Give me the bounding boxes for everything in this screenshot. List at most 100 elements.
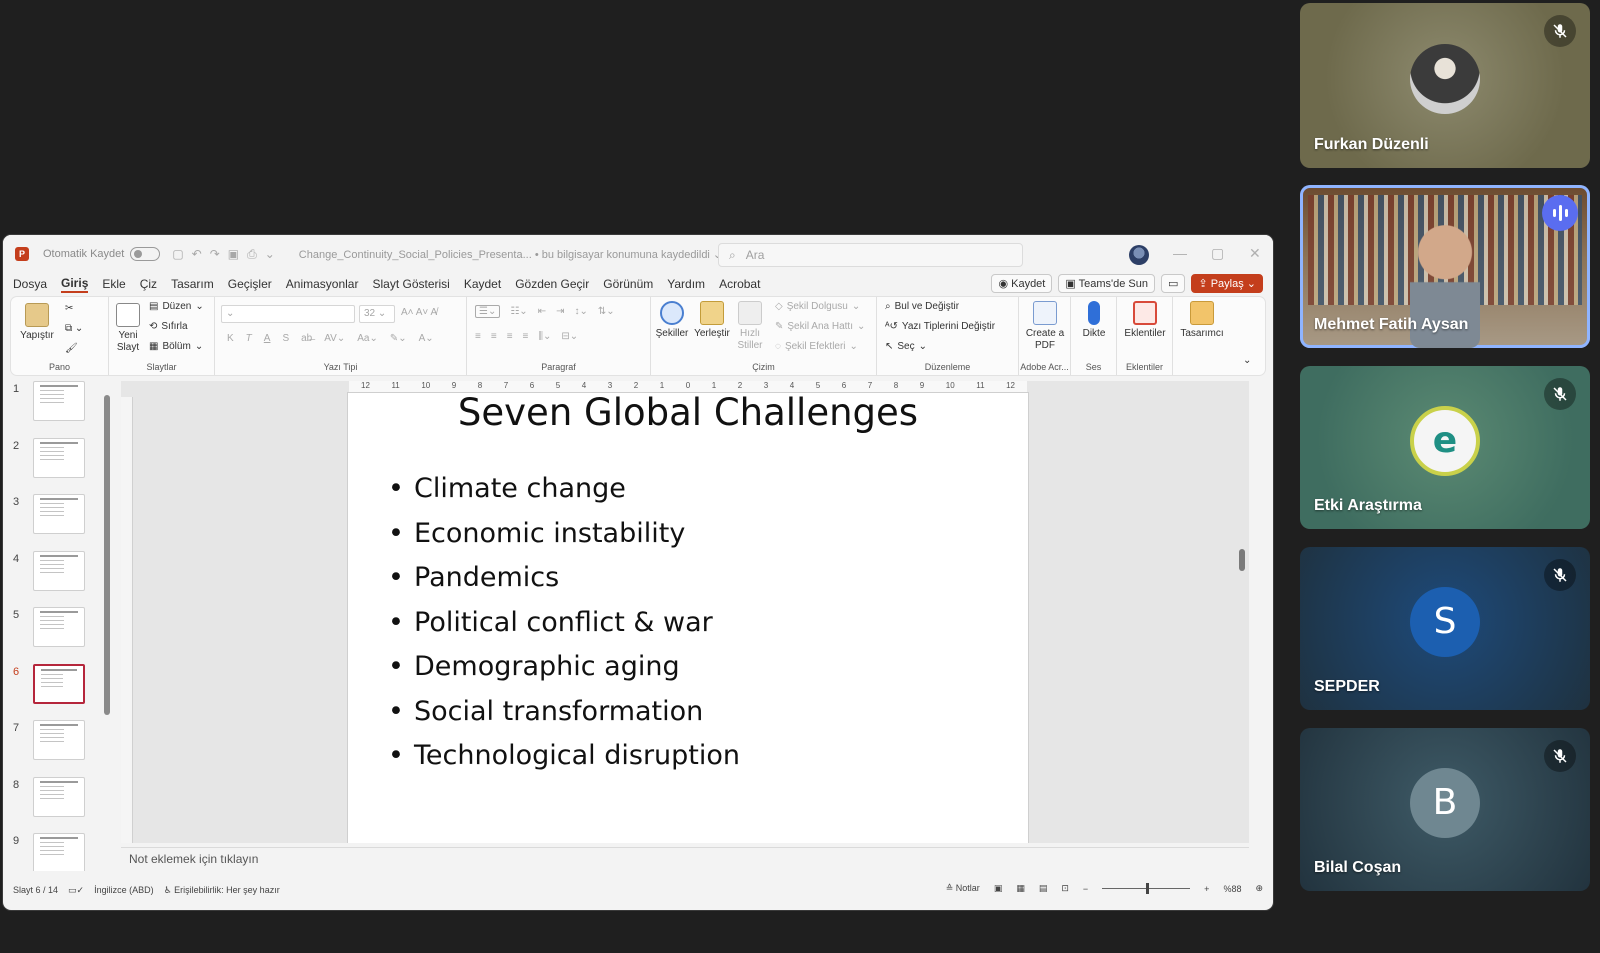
normal-view-icon[interactable]: ▣ (994, 883, 1003, 894)
slide-bullet-item[interactable]: Social transformation (388, 690, 740, 735)
slide-thumbnail-2[interactable]: 2 (3, 437, 103, 482)
participant-tile[interactable]: e Etki Araştırma (1300, 366, 1590, 529)
slide-thumbnail-preview[interactable] (33, 381, 85, 421)
slide-bullet-item[interactable]: Pandemics (388, 556, 740, 601)
italic-button[interactable]: T (246, 333, 252, 344)
slide-thumbnail-4[interactable]: 4 (3, 550, 103, 595)
menu-tab-2[interactable]: Ekle (102, 277, 125, 291)
new-slide-button[interactable]: Yeni Slayt (113, 303, 143, 354)
menu-tab-0[interactable]: Dosya (13, 277, 47, 291)
replace-fonts-button[interactable]: ᴬ↺ Yazı Tiplerini Değiştir (885, 321, 995, 332)
menu-tab-11[interactable]: Yardım (667, 277, 705, 291)
ribbon-collapse-icon[interactable]: ⌄ (1243, 355, 1251, 366)
comments-icon[interactable]: ▭ (1161, 274, 1186, 293)
text-direction-icon[interactable]: ⇅⌄ (598, 306, 615, 317)
share-button[interactable]: ⇪ Paylaş ⌄ (1191, 274, 1263, 293)
slide-thumbnail-8[interactable]: 8 (3, 776, 103, 821)
align-text-icon[interactable]: ⊟⌄ (561, 331, 578, 342)
slide-thumbnail-preview[interactable] (33, 776, 85, 817)
zoom-in-icon[interactable]: + (1204, 884, 1209, 894)
reset-button[interactable]: ⟲ Sıfırla (149, 321, 188, 332)
slideshow-icon[interactable]: ⊡ (1061, 883, 1069, 894)
slide-thumbnail-3[interactable]: 3 (3, 494, 103, 538)
quick-access-icons[interactable]: ▢↶↷▣⎙⌄ (172, 247, 282, 262)
shape-outline-button[interactable]: ✎ Şekil Ana Hattı ⌄ (775, 321, 865, 332)
justify-icon[interactable]: ≡ (523, 331, 529, 342)
account-avatar[interactable] (1129, 245, 1149, 265)
thumbnail-scrollbar-thumb[interactable] (104, 395, 110, 715)
slide-bullet-item[interactable]: Demographic aging (388, 645, 740, 690)
copy-icon[interactable]: ⧉ ⌄ (65, 323, 83, 334)
fit-to-window-icon[interactable]: ⊕ (1255, 883, 1263, 894)
strikethrough-icon[interactable]: ab̶ (301, 333, 312, 344)
zoom-level[interactable]: %88 (1223, 884, 1241, 894)
slide-thumbnail-preview[interactable] (33, 720, 85, 760)
participant-tile[interactable]: B Bilal Coşan (1300, 728, 1590, 891)
slide-thumbnail-preview[interactable] (33, 663, 85, 704)
menu-tab-8[interactable]: Kaydet (464, 277, 501, 291)
shape-effects-button[interactable]: ◌ Şekil Efektleri ⌄ (775, 341, 858, 352)
slide-thumbnail-9[interactable]: 9 (3, 833, 103, 871)
change-case-icon[interactable]: Aa⌄ (357, 333, 378, 344)
slide-title[interactable]: Seven Global Challenges (348, 393, 1028, 433)
slide-scrollbar-thumb[interactable] (1239, 549, 1245, 571)
find-replace-button[interactable]: ⌕ Bul ve Değiştir (885, 301, 959, 312)
zoom-out-icon[interactable]: − (1083, 884, 1088, 894)
highlight-icon[interactable]: ✎⌄ (390, 333, 407, 344)
slide-scrollbar[interactable] (1237, 381, 1247, 843)
slide-bullet-list[interactable]: Climate changeEconomic instabilityPandem… (388, 467, 740, 779)
increase-indent-icon[interactable]: ⇥ (556, 306, 564, 317)
shadow-button[interactable]: S (282, 333, 289, 344)
zoom-slider[interactable] (1102, 883, 1191, 894)
slide-bullet-item[interactable]: Technological disruption (388, 734, 740, 779)
bullets-icon[interactable]: ☰⌄ (475, 305, 501, 318)
participant-tile[interactable]: S SEPDER (1300, 547, 1590, 710)
slide-thumbnail-preview[interactable] (33, 494, 85, 534)
menu-tab-6[interactable]: Animasyonlar (286, 277, 359, 291)
align-center-icon[interactable]: ≡ (491, 331, 497, 342)
dictate-button[interactable]: Dikte (1075, 301, 1113, 340)
shapes-button[interactable]: Şekiller (655, 301, 689, 340)
section-button[interactable]: ▦ Bölüm ⌄ (149, 341, 203, 352)
quick-styles-button[interactable]: Hızlı Stiller (735, 301, 765, 352)
participant-tile[interactable]: Furkan Düzenli (1300, 3, 1590, 168)
minimize-icon[interactable]: — (1173, 245, 1187, 261)
close-icon[interactable]: ✕ (1249, 245, 1261, 262)
menu-tab-12[interactable]: Acrobat (719, 277, 760, 291)
menu-tab-1[interactable]: Giriş (61, 276, 89, 293)
designer-button[interactable]: Tasarımcı (1177, 301, 1227, 340)
format-painter-icon[interactable]: 🖌 (65, 343, 78, 354)
font-color-icon[interactable]: A⌄ (419, 333, 434, 344)
line-spacing-icon[interactable]: ↕⌄ (574, 306, 587, 317)
search-input[interactable]: ⌕ Ara (718, 243, 1023, 267)
slide-thumbnail-6[interactable]: 6 (3, 663, 103, 708)
menu-tab-9[interactable]: Gözden Geçir (515, 277, 589, 291)
present-in-teams-button[interactable]: ▣ Teams'de Sun (1058, 274, 1155, 293)
menu-tab-5[interactable]: Geçişler (228, 277, 272, 291)
spellcheck-icon[interactable]: ▭✓ (68, 885, 84, 896)
slide-thumbnail-7[interactable]: 7 (3, 720, 103, 764)
slide-thumbnail-preview[interactable] (33, 437, 85, 478)
slide-thumbnail-preview[interactable] (33, 607, 85, 647)
slide-sorter-icon[interactable]: ▦ (1016, 883, 1025, 894)
slide-bullet-item[interactable]: Economic instability (388, 512, 740, 557)
bold-button[interactable]: K (227, 333, 234, 344)
slide-bullet-item[interactable]: Political conflict & war (388, 601, 740, 646)
slide-thumbnail-1[interactable]: 1 (3, 381, 103, 425)
slide-bullet-item[interactable]: Climate change (388, 467, 740, 512)
notes-pane[interactable]: Not eklemek için tıklayın (121, 847, 1249, 871)
accessibility-status[interactable]: ♿ Erişilebilirlik: Her şey hazır (164, 885, 280, 896)
arrange-button[interactable]: Yerleştir (693, 301, 731, 340)
underline-button[interactable]: A (264, 333, 271, 344)
menu-tab-3[interactable]: Çiz (140, 277, 157, 291)
align-left-icon[interactable]: ≡ (475, 331, 481, 342)
slide-thumbnail-preview[interactable] (33, 550, 85, 591)
shape-fill-button[interactable]: ◇ Şekil Dolgusu ⌄ (775, 301, 860, 312)
menu-tab-7[interactable]: Slayt Gösterisi (372, 277, 449, 291)
thumbnail-scrollbar[interactable] (103, 385, 111, 865)
maximize-icon[interactable]: ▢ (1211, 245, 1224, 262)
select-button[interactable]: ↖ Seç ⌄ (885, 341, 927, 352)
grow-font-icon[interactable]: A˄ A˅ A̸ (401, 307, 437, 318)
current-slide[interactable]: Seven Global Challenges Climate changeEc… (348, 393, 1028, 843)
language-status[interactable]: İngilizce (ABD) (94, 885, 154, 895)
